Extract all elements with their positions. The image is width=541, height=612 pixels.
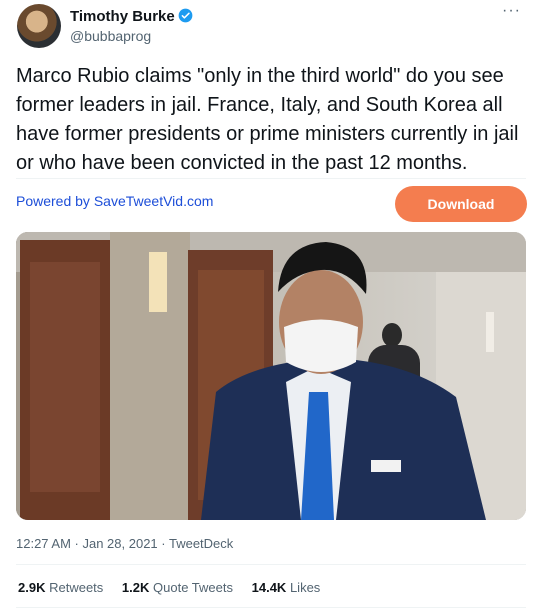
retweets-count: 2.9K [18, 580, 46, 595]
more-options-icon[interactable]: ··· [502, 2, 521, 20]
tweet-card: Timothy Burke @bubbaprog ··· Marco Rubio… [0, 0, 541, 612]
video-player[interactable] [16, 232, 526, 520]
retweets-label: Retweets [49, 580, 104, 595]
author-name-row[interactable]: Timothy Burke [70, 8, 193, 26]
divider [16, 564, 526, 565]
powered-by-link[interactable]: Powered by SaveTweetVid.com [16, 193, 213, 210]
tweet-timestamp[interactable]: 12:27 AM · Jan 28, 2021 · TweetDeck [16, 536, 233, 552]
author-name[interactable]: Timothy Burke [70, 8, 175, 25]
quote-tweets-count: 1.2K [121, 580, 150, 595]
video-frame [16, 232, 526, 520]
author-handle[interactable]: @bubbaprog [70, 28, 151, 45]
engagement-stats: 2.9K Retweets 1.2K Quote Tweets 14.4K Li… [18, 580, 335, 596]
quote-tweets-stat[interactable]: 1.2K Quote Tweets [122, 580, 233, 595]
likes-stat[interactable]: 14.4K Likes [252, 580, 321, 595]
verified-badge-icon [178, 8, 193, 23]
download-button[interactable]: Download [395, 186, 527, 222]
quote-tweets-label: Quote Tweets [153, 580, 233, 595]
likes-label: Likes [289, 580, 321, 595]
divider [16, 607, 526, 608]
retweets-stat[interactable]: 2.9K Retweets [18, 580, 103, 595]
likes-count: 14.4K [251, 580, 287, 595]
divider [16, 178, 526, 179]
avatar[interactable] [17, 4, 61, 48]
tweet-text: Marco Rubio claims "only in the third wo… [16, 65, 519, 174]
